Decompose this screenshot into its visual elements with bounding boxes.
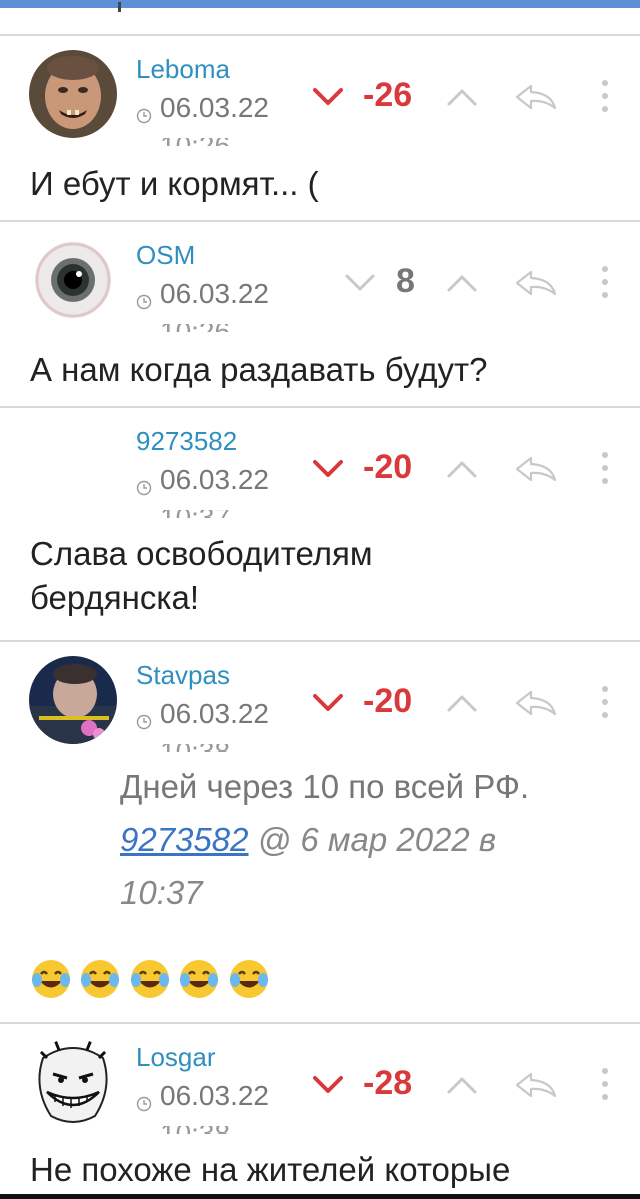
vote-down-icon[interactable] — [311, 458, 345, 480]
laughing-emoji-icon — [229, 960, 268, 998]
laughing-emoji-icon — [32, 960, 70, 998]
comment-date: 06.03.22 — [160, 464, 269, 495]
more-vertical-icon[interactable] — [600, 684, 610, 720]
quote-time: 10:37 — [120, 874, 203, 911]
comment-card: 9273582 06.03.22 10:37 -20 Слава освобод… — [0, 406, 640, 642]
quote-author-link[interactable]: 9273582 — [120, 821, 248, 858]
vote-down-icon[interactable] — [311, 1074, 345, 1096]
reply-icon[interactable] — [511, 268, 559, 298]
clock-icon — [136, 714, 152, 730]
comment-date: 06.03.22 — [160, 1080, 269, 1111]
comment-card: Leboma 06.03.22 10:26 -26 И ебут и кормя… — [0, 34, 640, 222]
vote-up-icon[interactable] — [445, 272, 479, 294]
author-name[interactable]: 9273582 — [136, 426, 237, 457]
reply-icon[interactable] — [511, 688, 559, 718]
more-vertical-icon[interactable] — [600, 78, 610, 114]
vote-down-icon[interactable] — [311, 692, 345, 714]
avatar[interactable] — [29, 236, 117, 324]
comment-date: 06.03.22 — [160, 698, 269, 729]
comment-card: Stavpas 06.03.22 10:38 -20 Дней через 10… — [0, 640, 640, 1024]
author-name[interactable]: OSM — [136, 240, 195, 271]
comment-text-line: бердянска! — [30, 579, 200, 616]
comment-time: 10:38 — [160, 744, 230, 752]
laughing-emoji-icon — [130, 960, 169, 998]
quote-line: Дней через 10 по всей РФ. — [120, 768, 530, 805]
clock-icon — [136, 1096, 152, 1112]
vote-up-icon[interactable] — [445, 86, 479, 108]
vote-up-icon[interactable] — [445, 692, 479, 714]
comment-score: -20 — [363, 448, 413, 486]
top-accent-bar — [0, 0, 640, 8]
author-name[interactable]: Stavpas — [136, 660, 230, 691]
laughing-emoji-icon — [81, 960, 120, 998]
comment-score: -26 — [363, 76, 413, 114]
quote-reference: 9273582 @ 6 мар 2022 в — [120, 813, 620, 866]
comment-time: 10:37 — [160, 510, 230, 518]
author-name[interactable]: Leboma — [136, 54, 230, 85]
quoted-text: Дней через 10 по всей РФ. 9273582 @ 6 ма… — [120, 760, 620, 919]
comment-text: А нам когда раздавать будут? — [30, 351, 488, 388]
laughing-emoji-icon — [180, 960, 219, 998]
vote-up-icon[interactable] — [445, 1074, 479, 1096]
comment-time: 10:26 — [160, 138, 230, 146]
more-vertical-icon[interactable] — [600, 1066, 610, 1102]
clock-icon — [136, 294, 152, 310]
avatar[interactable] — [29, 50, 117, 138]
bottom-edge — [0, 1194, 640, 1199]
comment-feed: Leboma 06.03.22 10:26 -26 И ебут и кормя… — [0, 0, 640, 1199]
vote-down-icon[interactable] — [311, 86, 345, 108]
emoji-row — [30, 958, 273, 1004]
vote-up-icon[interactable] — [445, 458, 479, 480]
comment-score: -28 — [363, 1064, 413, 1102]
comment-text: И ебут и кормят... ( — [30, 165, 319, 202]
comment-text-line: Слава освободителям — [30, 535, 373, 572]
comment-time: 10:26 — [160, 324, 230, 332]
comment-text: Не похоже на жителей которые — [30, 1151, 511, 1188]
reply-icon[interactable] — [511, 82, 559, 112]
comment-date: 06.03.22 — [160, 92, 269, 123]
reply-icon[interactable] — [511, 454, 559, 484]
comment-score: 8 — [396, 262, 415, 300]
avatar[interactable] — [29, 1038, 117, 1126]
comment-card: OSM 06.03.22 10:26 8 А нам когда раздава… — [0, 220, 640, 408]
previous-content-fragment — [118, 2, 121, 12]
clock-icon — [136, 480, 152, 496]
author-name[interactable]: Losgar — [136, 1042, 216, 1073]
vote-down-icon[interactable] — [343, 272, 377, 294]
more-vertical-icon[interactable] — [600, 264, 610, 300]
avatar[interactable] — [29, 656, 117, 744]
clock-icon — [136, 108, 152, 124]
comment-card: Losgar 06.03.22 10:38 -28 Не похоже на ж… — [0, 1022, 640, 1199]
comment-time: 10:38 — [160, 1126, 230, 1134]
comment-score: -20 — [363, 682, 413, 720]
comment-date: 06.03.22 — [160, 278, 269, 309]
more-vertical-icon[interactable] — [600, 450, 610, 486]
comment-text: Слава освободителям бердянска! — [30, 532, 373, 620]
quote-meta: @ 6 мар 2022 в — [248, 821, 497, 858]
reply-icon[interactable] — [511, 1070, 559, 1100]
